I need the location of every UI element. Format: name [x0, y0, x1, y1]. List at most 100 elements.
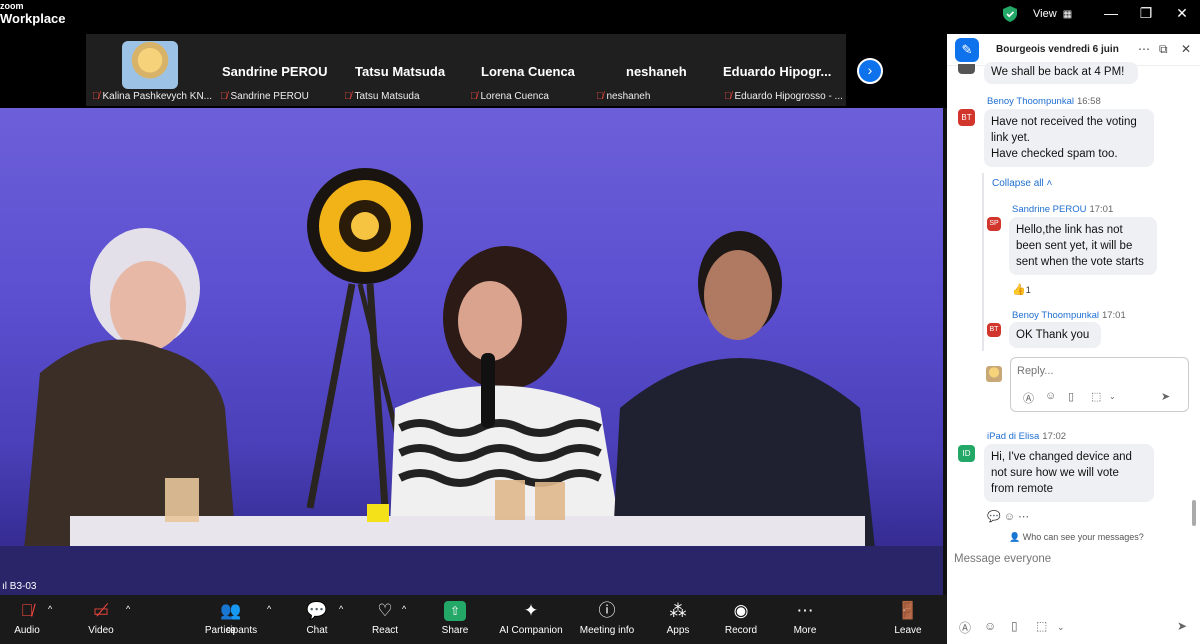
- sparkle-icon: ✦: [523, 601, 539, 620]
- room-label: B3-03: [9, 581, 37, 592]
- chat-button[interactable]: 💬 Chat: [302, 595, 332, 644]
- participant-tile[interactable]: Lorena Cuenca 🎙̸ Lorena Cuenca: [470, 34, 595, 106]
- chat-label: Chat: [306, 625, 328, 636]
- close-chat-icon[interactable]: ✕: [1181, 42, 1191, 56]
- participant-subname: Lorena Cuenca: [480, 91, 549, 102]
- chevron-down-icon[interactable]: ⌄: [1109, 392, 1116, 401]
- message-input[interactable]: [954, 553, 1184, 565]
- leave-button[interactable]: 🚪 Leave: [892, 595, 924, 644]
- share-button[interactable]: ⇧ Share: [438, 595, 472, 644]
- apps-button[interactable]: ⁂ Apps: [662, 595, 694, 644]
- participant-name: Eduardo Hipogr...: [723, 64, 832, 79]
- send-icon[interactable]: ➤: [1161, 390, 1170, 403]
- meeting-info-button[interactable]: ⓘ Meeting info: [576, 595, 638, 644]
- message-line: been sent yet, it will be: [1016, 240, 1133, 252]
- thumbs-up-icon: 👍: [1012, 284, 1026, 296]
- reaction-count: 1: [1025, 285, 1031, 295]
- more-icon: ⋯: [796, 601, 814, 620]
- more-options-icon[interactable]: ⋯: [1138, 42, 1150, 56]
- video-off-icon: ▭̸: [92, 601, 110, 620]
- participant-tile[interactable]: Eduardo Hipogr... 🎙̸ Eduardo Hipogrosso -…: [722, 34, 846, 106]
- sender-name: Benoy Thoompunkal 16:58: [987, 96, 1101, 107]
- emoji-icon[interactable]: ☺: [984, 619, 996, 633]
- view-label: View: [1033, 8, 1057, 20]
- minimize-icon[interactable]: —: [1101, 5, 1121, 21]
- view-button[interactable]: View ▦: [1033, 8, 1072, 20]
- pop-out-icon[interactable]: ⧉: [1159, 42, 1168, 57]
- heart-icon: ♡: [377, 601, 393, 620]
- my-avatar: [986, 366, 1002, 382]
- audio-options-caret[interactable]: ^: [48, 604, 52, 614]
- avatar: BT: [958, 109, 975, 126]
- participants-icon: 👥99: [220, 601, 242, 635]
- reply-input[interactable]: [1017, 365, 1177, 377]
- record-icon: ◉: [733, 601, 749, 620]
- participant-subname: Tatsu Matsuda: [354, 91, 420, 102]
- participant-name: Tatsu Matsuda: [355, 64, 446, 79]
- close-window-icon[interactable]: ✕: [1172, 5, 1192, 22]
- message-line: Hello,the link has not: [1016, 224, 1123, 236]
- sender-name-text: Sandrine PEROU: [1012, 204, 1087, 215]
- security-shield-icon[interactable]: [1003, 6, 1017, 22]
- more-actions-icon[interactable]: ⋯: [1018, 511, 1029, 523]
- sender-name: Benoy Thoompunkal 17:01: [1012, 310, 1126, 321]
- file-icon[interactable]: ▯: [1011, 619, 1018, 633]
- participant-tile[interactable]: Sandrine PEROU 🎙̸ Sandrine PEROU: [216, 34, 341, 106]
- signal-icon: ıl: [2, 581, 10, 592]
- message-time: 17:01: [1089, 204, 1114, 215]
- react-button[interactable]: ♡ React: [368, 595, 402, 644]
- react-options-caret[interactable]: ^: [402, 604, 406, 614]
- main-video[interactable]: ıl B3-03: [0, 108, 943, 595]
- participant-tile[interactable]: 🎙̸ Kalina Pashkevych KN...: [86, 34, 216, 106]
- reply-box: Ⓐ ☺ ▯ ⬚ ⌄ ➤: [1010, 357, 1189, 412]
- message-line: link yet.: [991, 132, 1030, 144]
- sender-name-text: Benoy Thoompunkal: [987, 96, 1074, 107]
- record-button[interactable]: ◉ Record: [722, 595, 760, 644]
- meeting-info-label: Meeting info: [579, 625, 635, 636]
- participants-button[interactable]: 👥99 Participants: [202, 595, 260, 644]
- reaction-chip[interactable]: 👍1: [1012, 283, 1031, 296]
- scrollbar[interactable]: [1192, 500, 1196, 526]
- mic-muted-icon: 🎙̸: [220, 91, 228, 102]
- mic-muted-icon: 🎙̸: [724, 91, 732, 102]
- add-reaction-icon[interactable]: ☺: [1004, 511, 1015, 523]
- video-button[interactable]: ▭̸ Video: [84, 595, 118, 644]
- compose-icon[interactable]: ✎: [955, 38, 979, 62]
- avatar: [958, 64, 975, 74]
- restore-icon[interactable]: ❐: [1136, 5, 1156, 22]
- who-can-see-link[interactable]: 👤 Who can see your messages?: [1009, 532, 1144, 543]
- participant-tile[interactable]: neshaneh 🎙̸ neshaneh: [596, 34, 721, 106]
- participants-options-caret[interactable]: ^: [267, 604, 271, 614]
- message-time: 17:01: [1101, 310, 1126, 321]
- format-icon[interactable]: Ⓐ: [959, 619, 971, 636]
- send-icon[interactable]: ➤: [1177, 619, 1187, 633]
- chevron-down-icon[interactable]: ⌄: [1057, 622, 1065, 633]
- participant-subname: Eduardo Hipogrosso - ...: [734, 91, 843, 102]
- chat-panel: ✎ Bourgeois vendredi 6 juin ⋯ ⧉ ✕ We sha…: [947, 34, 1200, 644]
- message-line: sent when the vote starts: [1016, 256, 1144, 268]
- next-page-button[interactable]: ›: [857, 58, 883, 84]
- emoji-icon[interactable]: ☺: [1045, 390, 1056, 402]
- avatar: BT: [987, 323, 1001, 337]
- participant-subname: Kalina Pashkevych KN...: [102, 91, 213, 102]
- screenshot-icon[interactable]: ⬚: [1091, 390, 1101, 403]
- share-screen-icon: ⇧: [444, 601, 466, 621]
- reply-icon[interactable]: 💬: [987, 511, 1001, 523]
- ai-companion-button[interactable]: ✦ AI Companion: [498, 595, 564, 644]
- video-options-caret[interactable]: ^: [126, 604, 130, 614]
- message-time: 16:58: [1076, 96, 1101, 107]
- screenshot-icon[interactable]: ⬚: [1036, 619, 1047, 633]
- message-bubble: Hi, I've changed device and not sure how…: [984, 444, 1154, 502]
- format-icon[interactable]: Ⓐ: [1023, 390, 1034, 406]
- message-line: Hi, I've changed device and: [991, 451, 1132, 463]
- brand-top: zoom: [0, 1, 24, 11]
- file-icon[interactable]: ▯: [1068, 390, 1074, 403]
- collapse-all-button[interactable]: Collapse all ˄: [992, 178, 1052, 189]
- mic-muted-icon: 🎙̸: [20, 601, 34, 620]
- participant-tile[interactable]: Tatsu Matsuda 🎙̸ Tatsu Matsuda: [344, 34, 469, 106]
- audio-button[interactable]: 🎙̸ Audio: [8, 595, 46, 644]
- chat-options-caret[interactable]: ^: [339, 604, 343, 614]
- apps-icon: ⁂: [669, 601, 687, 620]
- more-button[interactable]: ⋯ More: [789, 595, 821, 644]
- message-time: 17:02: [1042, 431, 1067, 442]
